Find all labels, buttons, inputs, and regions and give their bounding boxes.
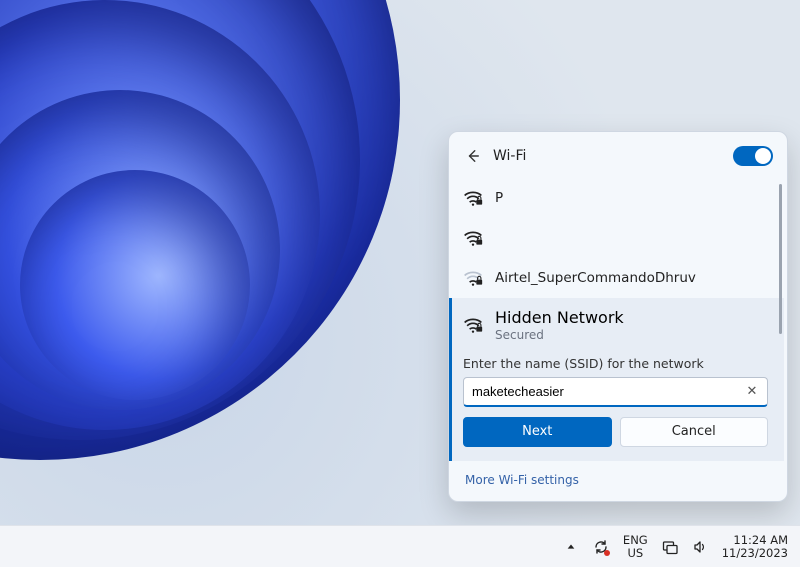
clock[interactable]: 11:24 AM 11/23/2023 bbox=[722, 534, 788, 559]
wifi-network-item-selected: Hidden Network Secured Enter the name (S… bbox=[449, 298, 784, 461]
system-tray: ENG US 11:24 AM 11/23/2023 bbox=[563, 534, 788, 559]
wifi-network-list: P Airtel_SuperCommandoDhruv bbox=[449, 178, 787, 461]
keyboard-layout: US bbox=[623, 547, 648, 559]
wifi-secured-icon bbox=[463, 190, 483, 206]
ssid-input-container: ✕ bbox=[463, 377, 768, 407]
tray-overflow-icon[interactable] bbox=[563, 539, 579, 555]
sync-icon[interactable] bbox=[593, 539, 609, 555]
panel-title: Wi-Fi bbox=[493, 148, 733, 164]
wifi-network-status: Secured bbox=[495, 328, 768, 342]
date-text: 11/23/2023 bbox=[722, 547, 788, 560]
volume-tray-icon[interactable] bbox=[692, 539, 708, 555]
notification-dot-icon bbox=[604, 550, 610, 556]
panel-header: Wi-Fi bbox=[449, 132, 787, 178]
wifi-secured-icon bbox=[463, 317, 483, 333]
desktop: Wi-Fi P Airtel bbox=[0, 0, 800, 567]
wifi-quick-settings-panel: Wi-Fi P Airtel bbox=[448, 131, 788, 502]
language-code: ENG bbox=[623, 534, 648, 546]
wifi-toggle[interactable] bbox=[733, 146, 773, 166]
wifi-network-name: P bbox=[495, 190, 768, 206]
wifi-secured-weak-icon bbox=[463, 270, 483, 286]
wifi-network-name: Hidden Network bbox=[495, 308, 768, 327]
ssid-input[interactable] bbox=[472, 384, 743, 399]
wifi-network-item[interactable] bbox=[449, 218, 784, 258]
arrow-left-icon bbox=[466, 149, 480, 163]
wifi-secured-icon bbox=[463, 230, 483, 246]
clear-input-icon[interactable]: ✕ bbox=[743, 384, 761, 399]
language-indicator[interactable]: ENG US bbox=[623, 534, 648, 558]
taskbar: ENG US 11:24 AM 11/23/2023 bbox=[0, 525, 800, 567]
next-button[interactable]: Next bbox=[463, 417, 612, 447]
ssid-prompt-label: Enter the name (SSID) for the network bbox=[463, 356, 768, 371]
wifi-network-name: Airtel_SuperCommandoDhruv bbox=[495, 270, 768, 286]
wifi-network-item[interactable]: Airtel_SuperCommandoDhruv bbox=[449, 258, 784, 298]
back-button[interactable] bbox=[459, 142, 487, 170]
time-text: 11:24 AM bbox=[722, 534, 788, 547]
cancel-button[interactable]: Cancel bbox=[620, 417, 769, 447]
network-tray-icon[interactable] bbox=[662, 539, 678, 555]
wifi-network-item[interactable]: P bbox=[449, 178, 784, 218]
more-wifi-settings-link[interactable]: More Wi-Fi settings bbox=[465, 473, 579, 487]
scrollbar-thumb[interactable] bbox=[779, 184, 782, 334]
